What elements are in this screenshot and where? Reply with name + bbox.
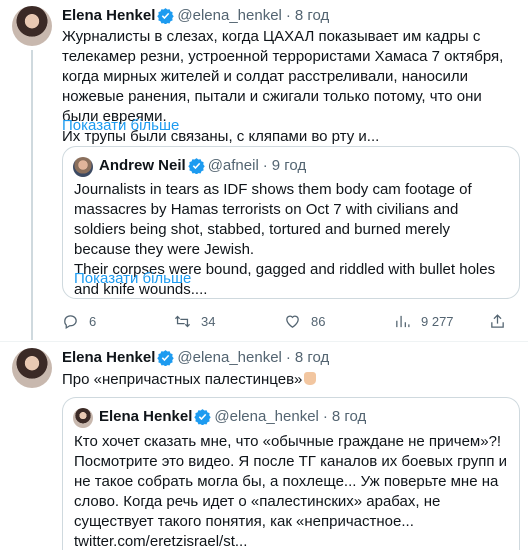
tweet-text: Про «непричастных палестинцев» [62, 370, 517, 390]
quoted-header: Andrew Neil @afneil · 9 год [99, 157, 306, 174]
quoted-text: Кто хочет сказать мне, что «обычные граж… [74, 432, 510, 552]
author-handle[interactable]: @elena_henkel [177, 7, 281, 24]
avatar[interactable] [12, 348, 52, 388]
like-button[interactable]: 86 [284, 313, 394, 330]
avatar[interactable] [12, 6, 52, 46]
quoted-author-name: Elena Henkel [99, 408, 193, 425]
view-count: 9 277 [421, 314, 454, 329]
tweet-text-content: Про «непричастных палестинцев» [62, 371, 303, 388]
timestamp[interactable]: 8 год [295, 349, 329, 366]
tweet-actions: 6 34 86 9 277 [62, 313, 516, 330]
author-handle[interactable]: @elena_henkel [177, 349, 281, 366]
quoted-tweet[interactable]: Andrew Neil @afneil · 9 год Journalists … [62, 146, 520, 299]
retweet-icon [174, 315, 191, 328]
quoted-avatar [73, 408, 93, 428]
share-icon [491, 314, 504, 328]
quoted-text-content: Кто хочет сказать мне, что «обычные граж… [74, 433, 508, 550]
verified-badge-icon [194, 409, 212, 425]
thread-line [31, 50, 33, 340]
share-button[interactable] [489, 313, 516, 330]
like-count: 86 [311, 314, 326, 329]
quoted-author-handle: @elena_henkel [214, 408, 319, 425]
views-icon [396, 315, 410, 328]
verified-badge-icon [187, 158, 205, 174]
pointing-hand-emoji [304, 372, 317, 385]
quoted-avatar [73, 157, 93, 177]
retweet-count: 34 [201, 314, 216, 329]
separator-dot: · [322, 408, 328, 425]
verified-badge-icon [157, 350, 175, 366]
quoted-text-para-1: Journalists in tears as IDF shows them b… [74, 181, 472, 258]
quoted-tweet[interactable]: Elena Henkel @elena_henkel · 8 год Кто х… [62, 397, 520, 550]
like-icon [286, 315, 299, 328]
reply-count: 6 [89, 314, 97, 329]
separator-dot: · [285, 349, 291, 366]
separator-dot: · [262, 157, 268, 174]
separator-dot: · [285, 7, 291, 24]
quoted-show-more-link[interactable]: Показати більше [74, 270, 191, 287]
author-name[interactable]: Elena Henkel [62, 7, 155, 24]
quoted-header: Elena Henkel @elena_henkel · 8 год [99, 408, 366, 425]
reply-button[interactable]: 6 [62, 313, 174, 330]
verified-badge-icon [157, 8, 175, 24]
quoted-author-handle: @afneil [207, 157, 259, 174]
tweet-header: Elena Henkel @elena_henkel · 8 год [62, 7, 329, 24]
quoted-timestamp: 9 год [271, 157, 307, 174]
quoted-author-name: Andrew Neil [99, 157, 186, 174]
timestamp[interactable]: 8 год [295, 7, 329, 24]
views-button[interactable]: 9 277 [394, 313, 489, 330]
tweet-text-para-1: Журналисты в слезах, когда ЦАХАЛ показыв… [62, 28, 504, 125]
tweet-2[interactable]: Elena Henkel @elena_henkel · 8 год Про «… [0, 342, 528, 550]
retweet-button[interactable]: 34 [174, 313, 284, 330]
tweet-1[interactable]: Elena Henkel @elena_henkel · 8 год Журна… [0, 0, 528, 340]
author-name[interactable]: Elena Henkel [62, 349, 155, 366]
quoted-timestamp: 8 год [331, 408, 367, 425]
tweet-header: Elena Henkel @elena_henkel · 8 год [62, 349, 329, 366]
reply-icon [64, 315, 77, 330]
show-more-link[interactable]: Показати більше [62, 117, 179, 134]
